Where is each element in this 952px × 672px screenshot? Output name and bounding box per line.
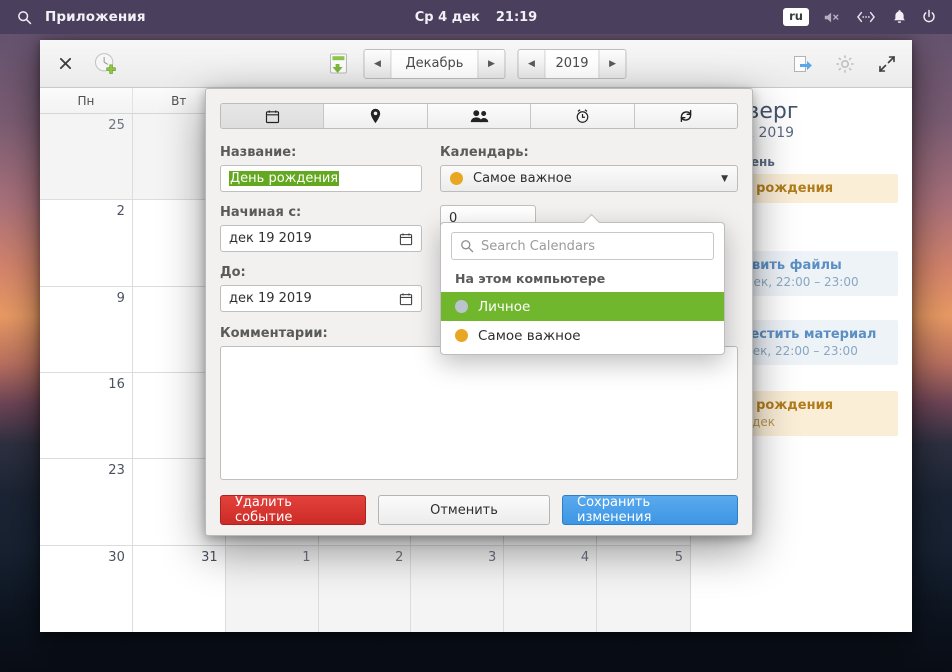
search-icon[interactable] xyxy=(11,4,37,30)
day-cell[interactable]: 9 xyxy=(40,286,133,372)
cancel-button[interactable]: Отменить xyxy=(378,495,550,525)
clock-time: 21:19 xyxy=(495,9,538,25)
save-button[interactable]: Сохранить изменения xyxy=(562,495,738,525)
day-cell[interactable]: 23 xyxy=(40,459,133,545)
tab-location[interactable] xyxy=(324,104,428,128)
fullscreen-icon[interactable] xyxy=(874,51,900,77)
calendar-color-dot xyxy=(450,172,463,185)
prev-year-button[interactable]: ◀ xyxy=(518,49,546,78)
year-stepper[interactable]: ◀ 2019 ▶ xyxy=(517,48,627,79)
calendar-option-label: Личное xyxy=(478,298,531,315)
keyboard-layout-label: ru xyxy=(783,8,809,26)
tab-repeat[interactable] xyxy=(634,104,737,128)
day-cell[interactable]: 30 xyxy=(40,545,133,632)
month-stepper[interactable]: ◀ Декабрь ▶ xyxy=(363,48,506,79)
calendar-option-important[interactable]: Самое важное xyxy=(441,321,724,350)
delete-event-button[interactable]: Удалить событие xyxy=(220,495,366,525)
calendar-chooser-popover: Search Calendars На этом компьютере Личн… xyxy=(440,222,725,355)
calendar-icon[interactable] xyxy=(399,292,413,306)
power-icon[interactable] xyxy=(916,4,942,30)
search-icon xyxy=(460,239,474,253)
title-input[interactable]: День рождения xyxy=(220,165,422,192)
end-date-input[interactable]: дек 19 2019 xyxy=(220,285,422,312)
calendar-option-personal[interactable]: Личное xyxy=(441,292,724,321)
window-titlebar: ◀ Декабрь ▶ ◀ 2019 ▶ xyxy=(40,40,912,88)
editor-tabbar xyxy=(220,103,738,129)
start-date-label: Начиная с: xyxy=(220,205,302,220)
panel-clock[interactable]: Ср 4 дек 21:19 xyxy=(415,10,537,25)
title-field-label: Название: xyxy=(220,145,297,160)
network-icon[interactable] xyxy=(850,4,882,30)
end-date-value: дек 19 2019 xyxy=(229,291,312,306)
search-placeholder: Search Calendars xyxy=(481,238,596,254)
week-row: 30 31 1 2 3 4 5 xyxy=(40,545,690,632)
current-year-label: 2019 xyxy=(545,49,599,78)
day-cell[interactable]: 5 xyxy=(597,545,690,632)
keyboard-layout-indicator[interactable]: ru xyxy=(778,4,814,30)
calendar-icon[interactable] xyxy=(399,232,413,246)
day-cell[interactable]: 3 xyxy=(411,545,505,632)
current-month-label: Декабрь xyxy=(391,49,478,78)
weekday-label: Пн xyxy=(40,88,133,113)
top-panel: Приложения Ср 4 дек 21:19 ru xyxy=(0,0,952,34)
title-input-value: День рождения xyxy=(229,171,340,186)
applications-menu-label[interactable]: Приложения xyxy=(45,9,146,25)
notifications-icon[interactable] xyxy=(886,4,912,30)
tab-reminders[interactable] xyxy=(531,104,635,128)
day-cell[interactable]: 25 xyxy=(40,114,133,200)
tab-guests[interactable] xyxy=(427,104,532,128)
start-date-value: дек 19 2019 xyxy=(229,231,312,246)
chevron-down-icon[interactable]: ▼ xyxy=(721,174,728,184)
prev-month-button[interactable]: ◀ xyxy=(364,49,392,78)
gear-icon[interactable] xyxy=(832,51,858,77)
tab-calendar[interactable] xyxy=(221,104,325,128)
calendar-select[interactable]: Самое важное ▼ xyxy=(440,165,738,192)
popover-group-header: На этом компьютере xyxy=(455,271,606,286)
clock-date: Ср 4 дек xyxy=(414,9,480,25)
search-calendars-input[interactable]: Search Calendars xyxy=(451,232,714,260)
import-calendar-icon[interactable] xyxy=(325,51,351,77)
start-date-input[interactable]: дек 19 2019 xyxy=(220,225,422,252)
volume-muted-icon[interactable] xyxy=(818,4,846,30)
popover-arrow xyxy=(583,214,601,223)
day-cell[interactable]: 16 xyxy=(40,373,133,459)
next-month-button[interactable]: ▶ xyxy=(477,49,505,78)
calendar-option-label: Самое важное xyxy=(478,327,581,344)
close-icon[interactable] xyxy=(52,51,78,77)
end-date-label: До: xyxy=(220,265,246,280)
day-cell[interactable]: 2 xyxy=(318,545,412,632)
day-cell[interactable]: 2 xyxy=(40,200,133,286)
calendar-color-dot xyxy=(455,300,468,313)
day-cell[interactable]: 31 xyxy=(133,545,226,632)
next-year-button[interactable]: ▶ xyxy=(598,49,626,78)
calendar-color-dot xyxy=(455,329,468,342)
day-cell[interactable]: 4 xyxy=(504,545,598,632)
export-calendar-icon[interactable] xyxy=(790,51,816,77)
notes-textarea[interactable] xyxy=(220,346,738,480)
add-event-icon[interactable] xyxy=(92,51,118,77)
day-cell[interactable]: 1 xyxy=(225,545,319,632)
calendar-select-value: Самое важное xyxy=(473,171,572,186)
dialog-button-row: Удалить событие Отменить Сохранить измен… xyxy=(220,495,738,525)
calendar-select-label: Календарь: xyxy=(440,145,529,160)
